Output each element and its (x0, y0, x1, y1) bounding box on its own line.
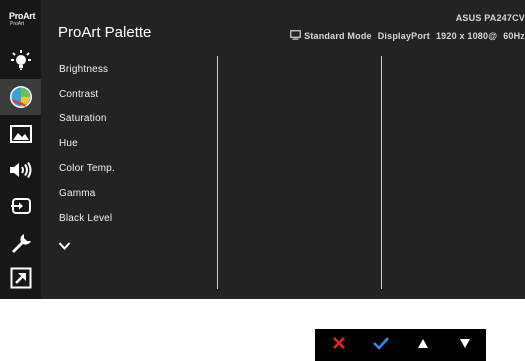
sidebar: ProArt ProArt (0, 0, 41, 299)
up-button[interactable] (402, 329, 444, 361)
menu-item-black-level[interactable]: Black Level (59, 213, 112, 224)
color-mode: Standard Mode (304, 31, 372, 41)
input-source: DisplayPort (377, 31, 430, 41)
triangle-up-icon (417, 336, 429, 354)
wrench-icon (10, 232, 32, 254)
sidebar-item-input[interactable] (0, 190, 41, 222)
osd-panel: ProArt ProArt ProArt Palette ASUS PA247C… (0, 0, 525, 299)
input-select-icon (10, 197, 32, 215)
menu-item-color-temp[interactable]: Color Temp. (59, 163, 115, 174)
key-guide-bar (315, 329, 486, 361)
checkmark-icon (372, 336, 390, 355)
resolution: 1920 x 1080@ (435, 31, 498, 41)
proart-logo: ProArt ProArt (0, 0, 41, 42)
down-button[interactable] (444, 329, 486, 361)
brightness-bulb-icon (9, 49, 33, 73)
scroll-down-chevron-icon[interactable] (58, 238, 71, 256)
sidebar-item-brightness[interactable] (0, 45, 41, 77)
refresh-rate: 60Hz (503, 31, 525, 41)
logo-line-1: ProArt (9, 11, 36, 21)
menu-item-gamma[interactable]: Gamma (59, 188, 96, 199)
sidebar-item-sound[interactable] (0, 154, 41, 186)
column-divider (217, 56, 218, 289)
page-title: ProArt Palette (58, 24, 152, 41)
sound-icon (9, 161, 33, 179)
menu-item-hue[interactable]: Hue (59, 138, 78, 149)
status-line: Standard Mode DisplayPort 1920 x 1080@ 6… (290, 30, 525, 42)
close-button[interactable] (318, 329, 360, 361)
sidebar-item-system[interactable] (0, 227, 41, 259)
triangle-down-icon (459, 336, 471, 354)
shortcut-icon (10, 267, 32, 289)
confirm-button[interactable] (360, 329, 402, 361)
sidebar-item-palette[interactable] (0, 79, 41, 115)
logo-line-2: ProArt (10, 21, 25, 27)
header-bar: ProArt Palette ASUS PA247CV Standard Mod… (41, 0, 525, 46)
sidebar-item-shortcut[interactable] (0, 262, 41, 294)
menu-item-saturation[interactable]: Saturation (59, 113, 107, 124)
menu-item-contrast[interactable]: Contrast (59, 89, 98, 100)
close-icon (332, 336, 346, 355)
monitor-model: ASUS PA247CV (455, 13, 525, 23)
sidebar-item-image[interactable] (0, 118, 41, 150)
menu-item-brightness[interactable]: Brightness (59, 64, 108, 75)
palette-icon (8, 84, 34, 110)
monitor-icon (290, 30, 301, 42)
image-icon (9, 125, 32, 143)
column-divider (381, 56, 382, 289)
